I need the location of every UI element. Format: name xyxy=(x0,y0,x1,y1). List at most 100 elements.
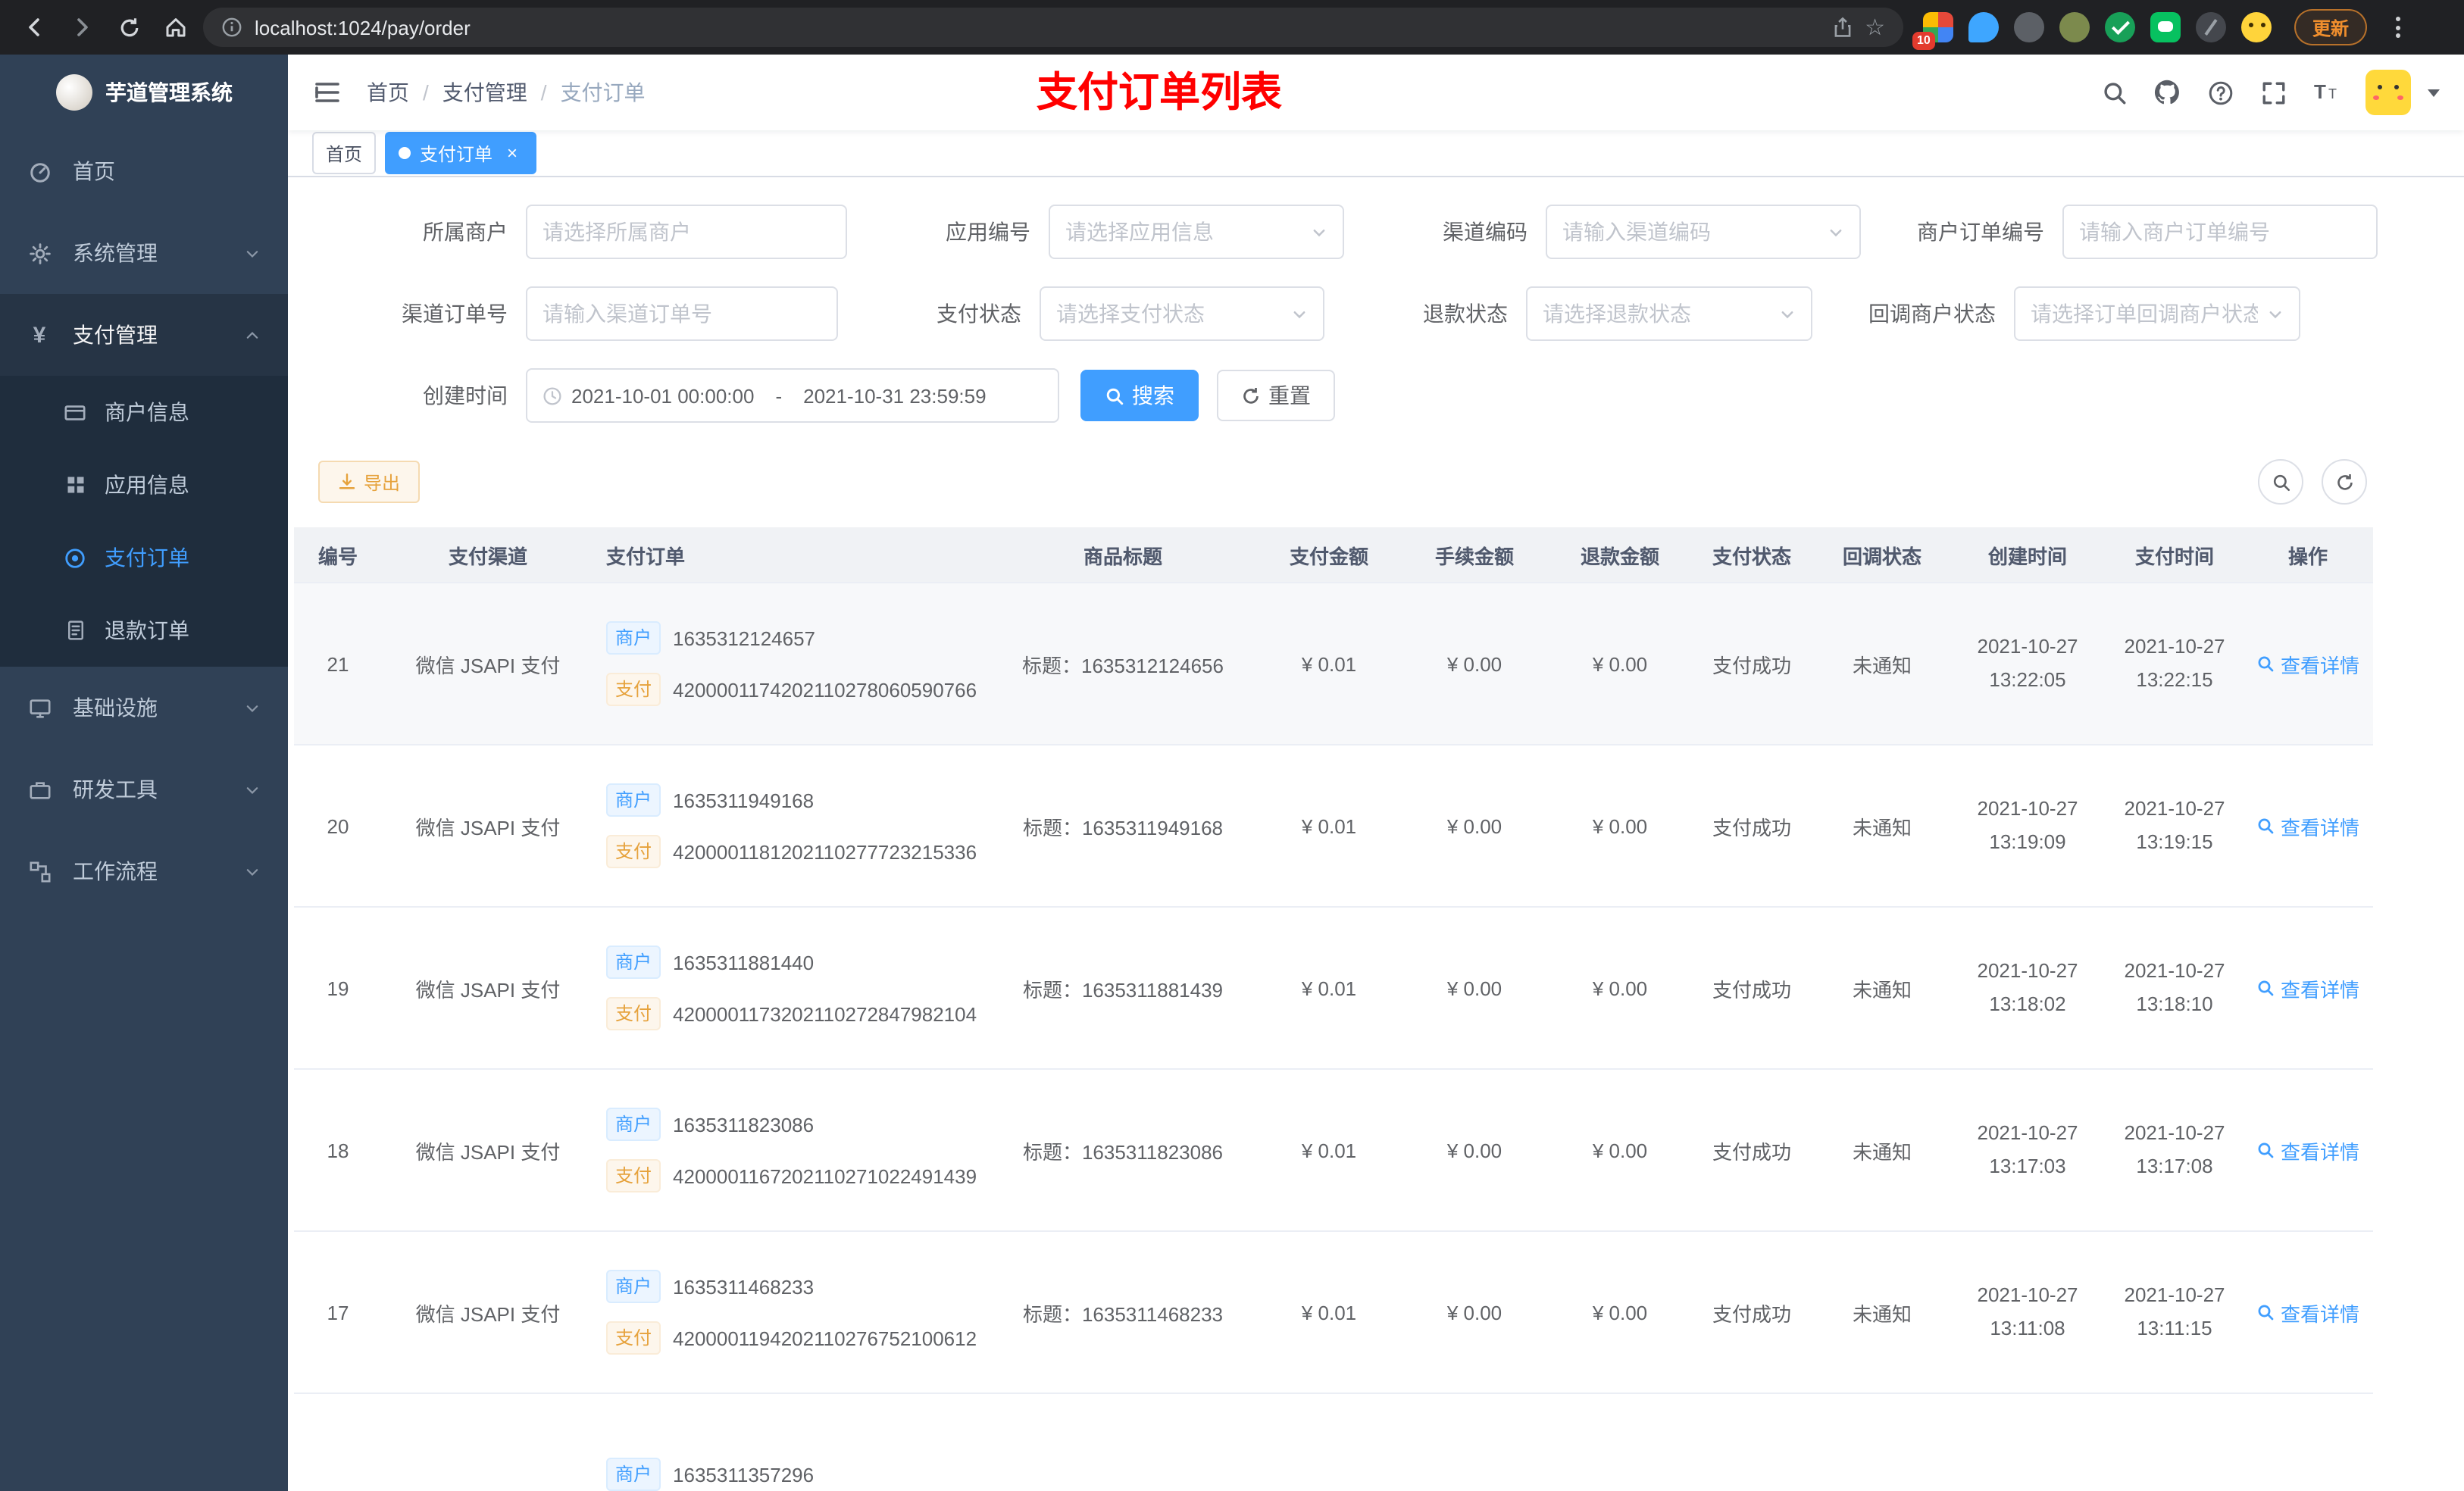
back-button[interactable] xyxy=(15,8,55,47)
chrome-update-button[interactable]: 更新 xyxy=(2294,9,2368,45)
cell-order: 商户 1635311881440 支付 4200001173202110272847… xyxy=(594,907,985,1070)
merchant-order-no-input[interactable] xyxy=(2079,220,2361,244)
date-start[interactable]: 2021-10-01 00:00:00 xyxy=(571,384,754,407)
channel-code-filter[interactable] xyxy=(1546,205,1861,259)
app-no-input[interactable] xyxy=(1065,220,1302,244)
app-logo[interactable]: 芋道管理系统 xyxy=(0,55,288,130)
extension-chat-icon[interactable] xyxy=(2150,12,2181,42)
notify-status-filter[interactable] xyxy=(2014,286,2300,341)
export-button[interactable]: 导出 xyxy=(318,461,421,503)
filter-label: 所属商户 xyxy=(423,220,508,244)
create-time-range-picker[interactable]: 2021-10-01 00:00:00 - 2021-10-31 23:59:5… xyxy=(526,368,1059,423)
reset-button[interactable]: 重置 xyxy=(1217,370,1335,421)
extensions-bar: 10 xyxy=(1912,12,2272,50)
cell-refund: ¥ 0.00 xyxy=(1552,745,1688,908)
extension-check-icon[interactable] xyxy=(2105,12,2135,42)
site-info-icon[interactable] xyxy=(221,17,242,38)
cell-channel: 微信 JSAPI 支付 xyxy=(382,583,594,746)
view-detail-link[interactable]: 查看详情 xyxy=(2256,1298,2359,1327)
sidebar-item-home[interactable]: 首页 xyxy=(0,130,288,212)
cell-action: 查看详情 xyxy=(2243,583,2373,746)
breadcrumb-payment[interactable]: 支付管理 xyxy=(442,77,527,108)
fullscreen-icon[interactable] xyxy=(2259,79,2287,106)
sidebar-item-refund-order[interactable]: 退款订单 xyxy=(0,594,288,667)
merchant-input[interactable] xyxy=(543,220,830,244)
cell-id: 17 xyxy=(294,1231,382,1394)
cell-amount: ¥ 0.01 xyxy=(1261,1231,1397,1394)
search-button[interactable]: 搜索 xyxy=(1080,370,1199,421)
cell-id: 20 xyxy=(294,745,382,908)
merchant-order-no-filter[interactable] xyxy=(2062,205,2378,259)
pay-order-no: 4200001173202110272847982104 xyxy=(673,1002,977,1025)
help-icon[interactable] xyxy=(2206,79,2234,106)
notify-status-input[interactable] xyxy=(2031,302,2258,326)
title-prefix: 标题： xyxy=(1022,1140,1082,1163)
pay-status-input[interactable] xyxy=(1056,302,1282,326)
github-icon[interactable] xyxy=(2153,79,2181,106)
channel-code-input[interactable] xyxy=(1562,220,1818,244)
date-end[interactable]: 2021-10-31 23:59:59 xyxy=(803,384,986,407)
cell-status: 支付成功 xyxy=(1688,1069,1815,1232)
sidebar-item-dev-tools[interactable]: 研发工具 xyxy=(0,749,288,830)
hamburger-icon[interactable] xyxy=(312,77,342,108)
extension-gray-icon[interactable] xyxy=(2014,12,2044,42)
user-avatar[interactable] xyxy=(2366,70,2411,115)
sidebar-item-merchant-info[interactable]: 商户信息 xyxy=(0,376,288,449)
pay-tag: 支付 xyxy=(606,997,661,1030)
cell-action: 查看详情 xyxy=(2243,907,2373,1070)
bookmark-star-icon[interactable]: ☆ xyxy=(1865,16,1885,39)
cell-order: 商户 1635311823086 支付 4200001167202110271022… xyxy=(594,1069,985,1232)
channel-order-no-input[interactable] xyxy=(543,302,821,326)
merchant-order-no: 1635311823086 xyxy=(673,1113,815,1136)
app-no-filter[interactable] xyxy=(1049,205,1344,259)
close-icon[interactable] xyxy=(502,142,523,164)
profile-emoji-icon[interactable] xyxy=(2241,12,2272,42)
extension-olive-icon[interactable] xyxy=(2059,12,2090,42)
channel-order-no-filter[interactable] xyxy=(526,286,838,341)
pay-status-filter[interactable] xyxy=(1040,286,1324,341)
search-icon[interactable] xyxy=(2100,79,2128,106)
date-separator: - xyxy=(775,384,783,407)
forward-button[interactable] xyxy=(62,8,102,47)
extension-drop-icon[interactable] xyxy=(1968,12,1999,42)
view-detail-link[interactable]: 查看详情 xyxy=(2256,1136,2359,1164)
cell-refund: ¥ 0.00 xyxy=(1552,907,1688,1070)
merchant-order-no: 1635311949168 xyxy=(673,789,815,811)
extension-pin-icon[interactable] xyxy=(2196,12,2226,42)
col-header-action: 操作 xyxy=(2243,527,2373,583)
cell-status xyxy=(1688,1393,1815,1491)
view-detail-link[interactable]: 查看详情 xyxy=(2256,649,2359,678)
breadcrumb: 首页 / 支付管理 / 支付订单 xyxy=(367,77,646,108)
sidebar-item-label: 研发工具 xyxy=(73,777,158,802)
sidebar-item-app-info[interactable]: 应用信息 xyxy=(0,449,288,521)
share-icon[interactable] xyxy=(1831,17,1853,38)
merchant-tag: 商户 xyxy=(606,783,661,817)
browser-menu-button[interactable] xyxy=(2390,11,2406,44)
col-header-order: 支付订单 xyxy=(594,527,985,583)
merchant-tag: 商户 xyxy=(606,946,661,979)
sidebar-item-workflow[interactable]: 工作流程 xyxy=(0,830,288,912)
refresh-table-button[interactable] xyxy=(2322,459,2367,505)
view-detail-link[interactable]: 查看详情 xyxy=(2256,811,2359,840)
url-bar[interactable]: localhost:1024/pay/order ☆ xyxy=(203,8,1903,47)
home-button[interactable] xyxy=(156,8,195,47)
merchant-filter[interactable] xyxy=(526,205,847,259)
tab-pay-order[interactable]: 支付订单 xyxy=(385,132,537,174)
refund-status-filter[interactable] xyxy=(1526,286,1812,341)
extension-colorful-icon[interactable]: 10 xyxy=(1912,12,1953,50)
toggle-search-button[interactable] xyxy=(2258,459,2303,505)
font-size-icon[interactable]: TT xyxy=(2312,79,2340,106)
sidebar-item-infrastructure[interactable]: 基础设施 xyxy=(0,667,288,749)
main-area: 首页 / 支付管理 / 支付订单 支付订单列表 T T 首页 支付订单 × 所属… xyxy=(288,55,2464,1491)
sidebar-item-pay-order[interactable]: 支付订单 xyxy=(0,521,288,594)
col-header-channel: 支付渠道 xyxy=(382,527,594,583)
breadcrumb-home[interactable]: 首页 xyxy=(367,77,409,108)
col-header-status: 支付状态 xyxy=(1688,527,1815,583)
sidebar-item-payment[interactable]: ¥ 支付管理 xyxy=(0,294,288,376)
refund-status-input[interactable] xyxy=(1543,302,1770,326)
caret-down-icon[interactable] xyxy=(2428,89,2440,96)
view-detail-link[interactable]: 查看详情 xyxy=(2256,974,2359,1002)
reload-button[interactable] xyxy=(109,8,149,47)
sidebar-item-system[interactable]: 系统管理 xyxy=(0,212,288,294)
tab-home[interactable]: 首页 xyxy=(312,132,377,174)
